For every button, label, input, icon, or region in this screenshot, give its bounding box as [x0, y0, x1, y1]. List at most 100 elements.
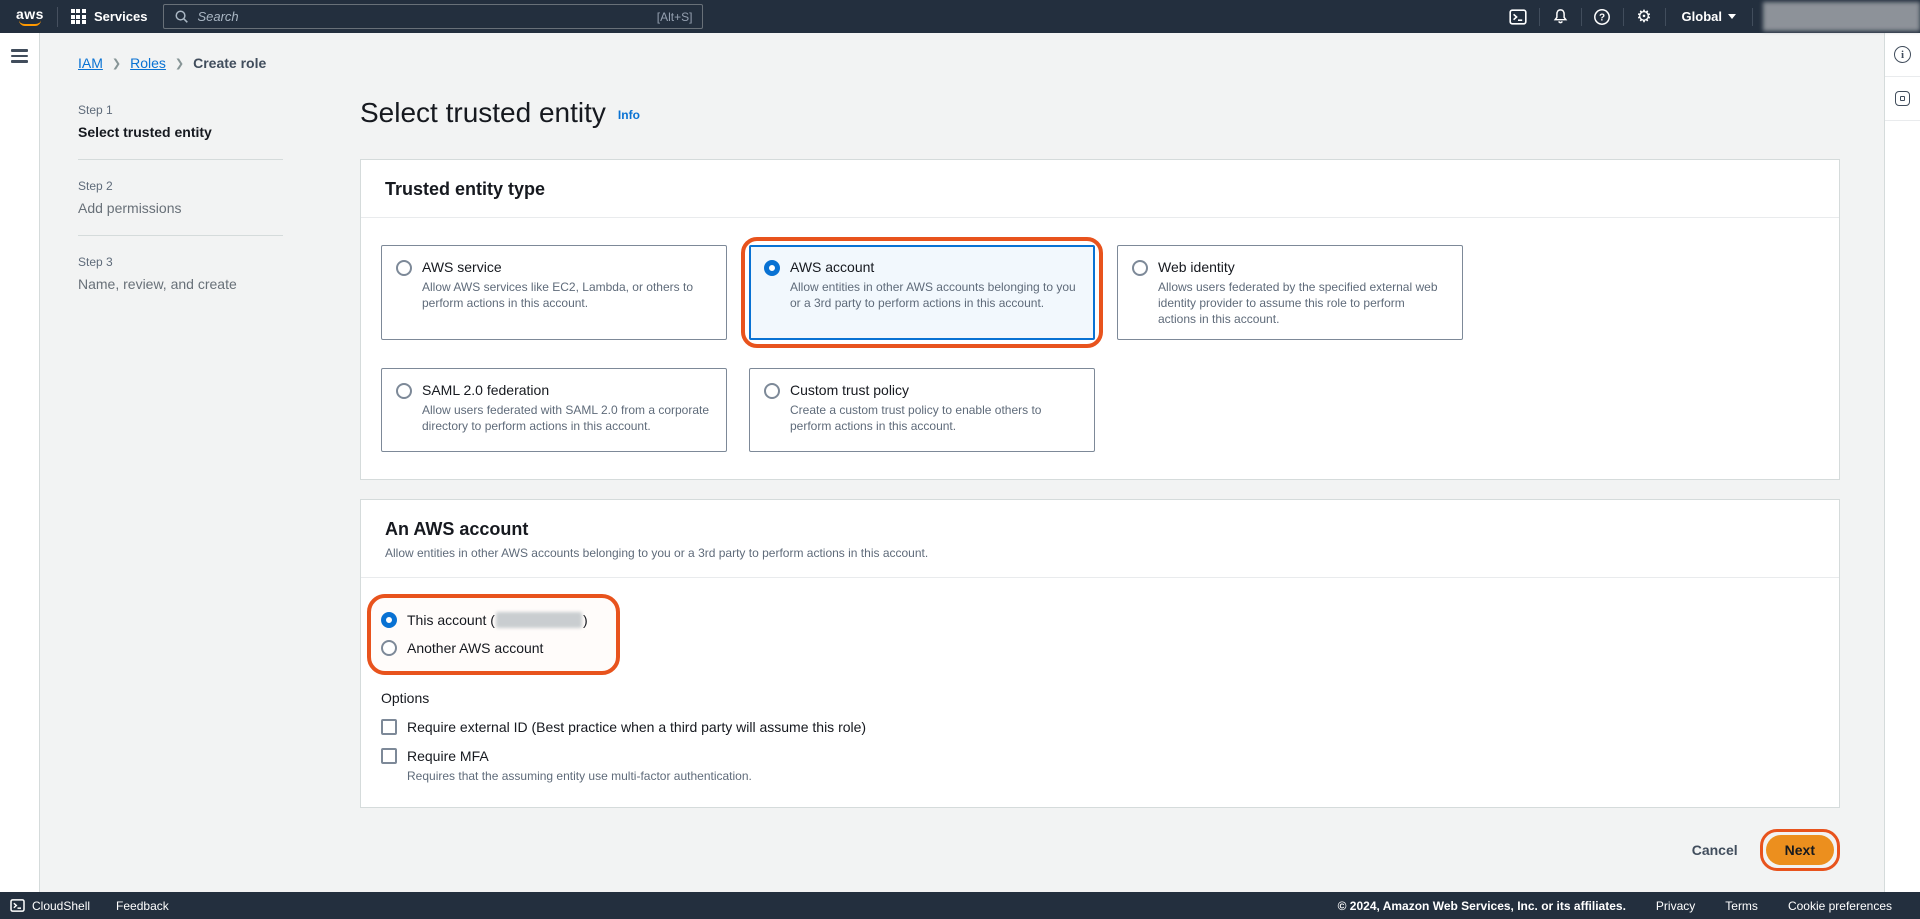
radio-unchecked-icon[interactable]: [396, 260, 412, 276]
radio-label: Another AWS account: [407, 640, 543, 656]
notifications-button[interactable]: [1540, 0, 1581, 33]
step-number: Step 2: [78, 179, 283, 193]
services-grid-icon: [71, 9, 86, 24]
settings-button[interactable]: ⚙: [1624, 0, 1665, 33]
checkbox-label: Require external ID (Best practice when …: [407, 719, 866, 735]
tile-text: AWS service Allow AWS services like EC2,…: [422, 259, 710, 327]
tile-label: AWS service: [422, 259, 710, 275]
trusted-entity-type-heading: Trusted entity type: [385, 179, 1815, 200]
an-aws-account-heading: An AWS account: [385, 519, 1815, 540]
radio-checked-icon[interactable]: [764, 260, 780, 276]
aws-logo-text: aws: [16, 8, 44, 21]
side-tools-button[interactable]: [1885, 77, 1920, 121]
step-number: Step 3: [78, 255, 283, 269]
terminal-icon: [1509, 8, 1527, 26]
radio-unchecked-icon[interactable]: [764, 383, 780, 399]
step-title: Add permissions: [78, 200, 283, 216]
radio-unchecked-icon[interactable]: [396, 383, 412, 399]
copyright-text: © 2024, Amazon Web Services, Inc. or its…: [1338, 899, 1626, 913]
left-collapsed-sidebar: [0, 33, 40, 892]
tile-text: Web identity Allows users federated by t…: [1158, 259, 1446, 327]
tile-saml-federation[interactable]: SAML 2.0 federation Allow users federate…: [381, 368, 727, 452]
tile-aws-service[interactable]: AWS service Allow AWS services like EC2,…: [381, 245, 727, 340]
breadcrumb-roles-link[interactable]: Roles: [130, 55, 166, 71]
topnav-separator: [1752, 8, 1753, 26]
wizard-main-column: Select trusted entity Info Trusted entit…: [360, 33, 1840, 871]
tile-web-identity[interactable]: Web identity Allows users federated by t…: [1117, 245, 1463, 340]
terms-link[interactable]: Terms: [1725, 899, 1758, 913]
wizard-steps-nav: Step 1 Select trusted entity Step 2 Add …: [78, 103, 283, 292]
wizard-step-3[interactable]: Step 3 Name, review, and create: [78, 255, 283, 292]
tile-custom-trust-policy[interactable]: Custom trust policy Create a custom trus…: [749, 368, 1095, 452]
services-menu-button[interactable]: Services: [71, 9, 148, 24]
topnav-right-cluster: ? ⚙ Global: [1498, 0, 1920, 33]
account-number-redacted: [496, 612, 582, 628]
an-aws-account-body: This account () Another AWS account Opti…: [361, 578, 1839, 807]
tile-aws-account[interactable]: AWS account Allow entities in other AWS …: [749, 245, 1095, 340]
trusted-entity-tiles: AWS service Allow AWS services like EC2,…: [361, 218, 1839, 479]
main-content-area: IAM ❯ Roles ❯ Create role Step 1 Select …: [40, 33, 1884, 892]
step-title: Name, review, and create: [78, 276, 283, 292]
info-icon: i: [1894, 46, 1911, 63]
radio-checked-icon[interactable]: [381, 612, 397, 628]
help-button[interactable]: ?: [1582, 0, 1623, 33]
steps-divider: [78, 159, 283, 160]
tile-text: SAML 2.0 federation Allow users federate…: [422, 382, 710, 439]
cloudshell-label: CloudShell: [32, 899, 90, 913]
footer-left: CloudShell Feedback: [10, 898, 169, 913]
global-search[interactable]: [Alt+S]: [163, 4, 703, 29]
services-label: Services: [94, 9, 148, 24]
options-label: Options: [381, 690, 1815, 706]
checkbox-unchecked-icon[interactable]: [381, 748, 397, 764]
checkbox-label: Require MFA: [407, 748, 489, 764]
checkbox-unchecked-icon[interactable]: [381, 719, 397, 735]
cloudshell-button[interactable]: [1498, 0, 1539, 33]
breadcrumb-chevron-icon: ❯: [175, 57, 184, 70]
feedback-link[interactable]: Feedback: [116, 899, 169, 913]
page-title-row: Select trusted entity Info: [360, 95, 1840, 131]
bell-icon: [1552, 8, 1569, 25]
nav-divider: [57, 7, 58, 27]
hamburger-menu-icon[interactable]: [11, 49, 28, 63]
radio-unchecked-icon[interactable]: [1132, 260, 1148, 276]
checkbox-require-external-id[interactable]: Require external ID (Best practice when …: [381, 719, 1815, 735]
top-navigation-bar: aws Services [Alt+S] ? ⚙ Global: [0, 0, 1920, 33]
cancel-button[interactable]: Cancel: [1692, 842, 1738, 858]
tile-description: Allow entities in other AWS accounts bel…: [790, 279, 1078, 311]
step-number: Step 1: [78, 103, 283, 117]
wizard-step-1[interactable]: Step 1 Select trusted entity: [78, 103, 283, 140]
wizard-actions-row: Cancel Next: [360, 829, 1840, 871]
search-icon: [174, 9, 189, 24]
next-button[interactable]: Next: [1766, 835, 1834, 865]
account-menu-redacted[interactable]: [1763, 2, 1920, 31]
tile-label: Custom trust policy: [790, 382, 1078, 398]
search-shortcut-hint: [Alt+S]: [657, 10, 693, 24]
wizard-step-2[interactable]: Step 2 Add permissions: [78, 179, 283, 216]
breadcrumb-iam-link[interactable]: IAM: [78, 55, 103, 71]
privacy-link[interactable]: Privacy: [1656, 899, 1695, 913]
step-title: Select trusted entity: [78, 124, 283, 140]
chevron-down-icon: [1728, 14, 1736, 19]
checkbox-require-mfa[interactable]: Require MFA: [381, 748, 1815, 764]
an-aws-account-description: Allow entities in other AWS accounts bel…: [385, 546, 1815, 560]
radio-this-account[interactable]: This account (): [381, 611, 588, 628]
side-tools-icon: [1895, 91, 1910, 106]
cookie-preferences-link[interactable]: Cookie preferences: [1788, 899, 1892, 913]
panel-header: An AWS account Allow entities in other A…: [361, 500, 1839, 578]
tile-description: Allow AWS services like EC2, Lambda, or …: [422, 279, 710, 311]
region-selector[interactable]: Global: [1666, 0, 1752, 33]
info-link[interactable]: Info: [618, 108, 640, 122]
radio-another-aws-account[interactable]: Another AWS account: [381, 639, 588, 656]
steps-divider: [78, 235, 283, 236]
aws-logo[interactable]: aws: [16, 8, 44, 26]
right-help-rail: i: [1884, 33, 1920, 892]
tile-text: Custom trust policy Create a custom trus…: [790, 382, 1078, 439]
footer-right: © 2024, Amazon Web Services, Inc. or its…: [1338, 899, 1892, 913]
info-panel-button[interactable]: i: [1885, 33, 1920, 77]
region-label: Global: [1682, 9, 1722, 24]
radio-unchecked-icon[interactable]: [381, 640, 397, 656]
footer-cloudshell-button[interactable]: CloudShell: [10, 898, 90, 913]
tile-text: AWS account Allow entities in other AWS …: [790, 259, 1078, 327]
search-input[interactable]: [197, 9, 648, 24]
page-title: Select trusted entity: [360, 95, 606, 131]
